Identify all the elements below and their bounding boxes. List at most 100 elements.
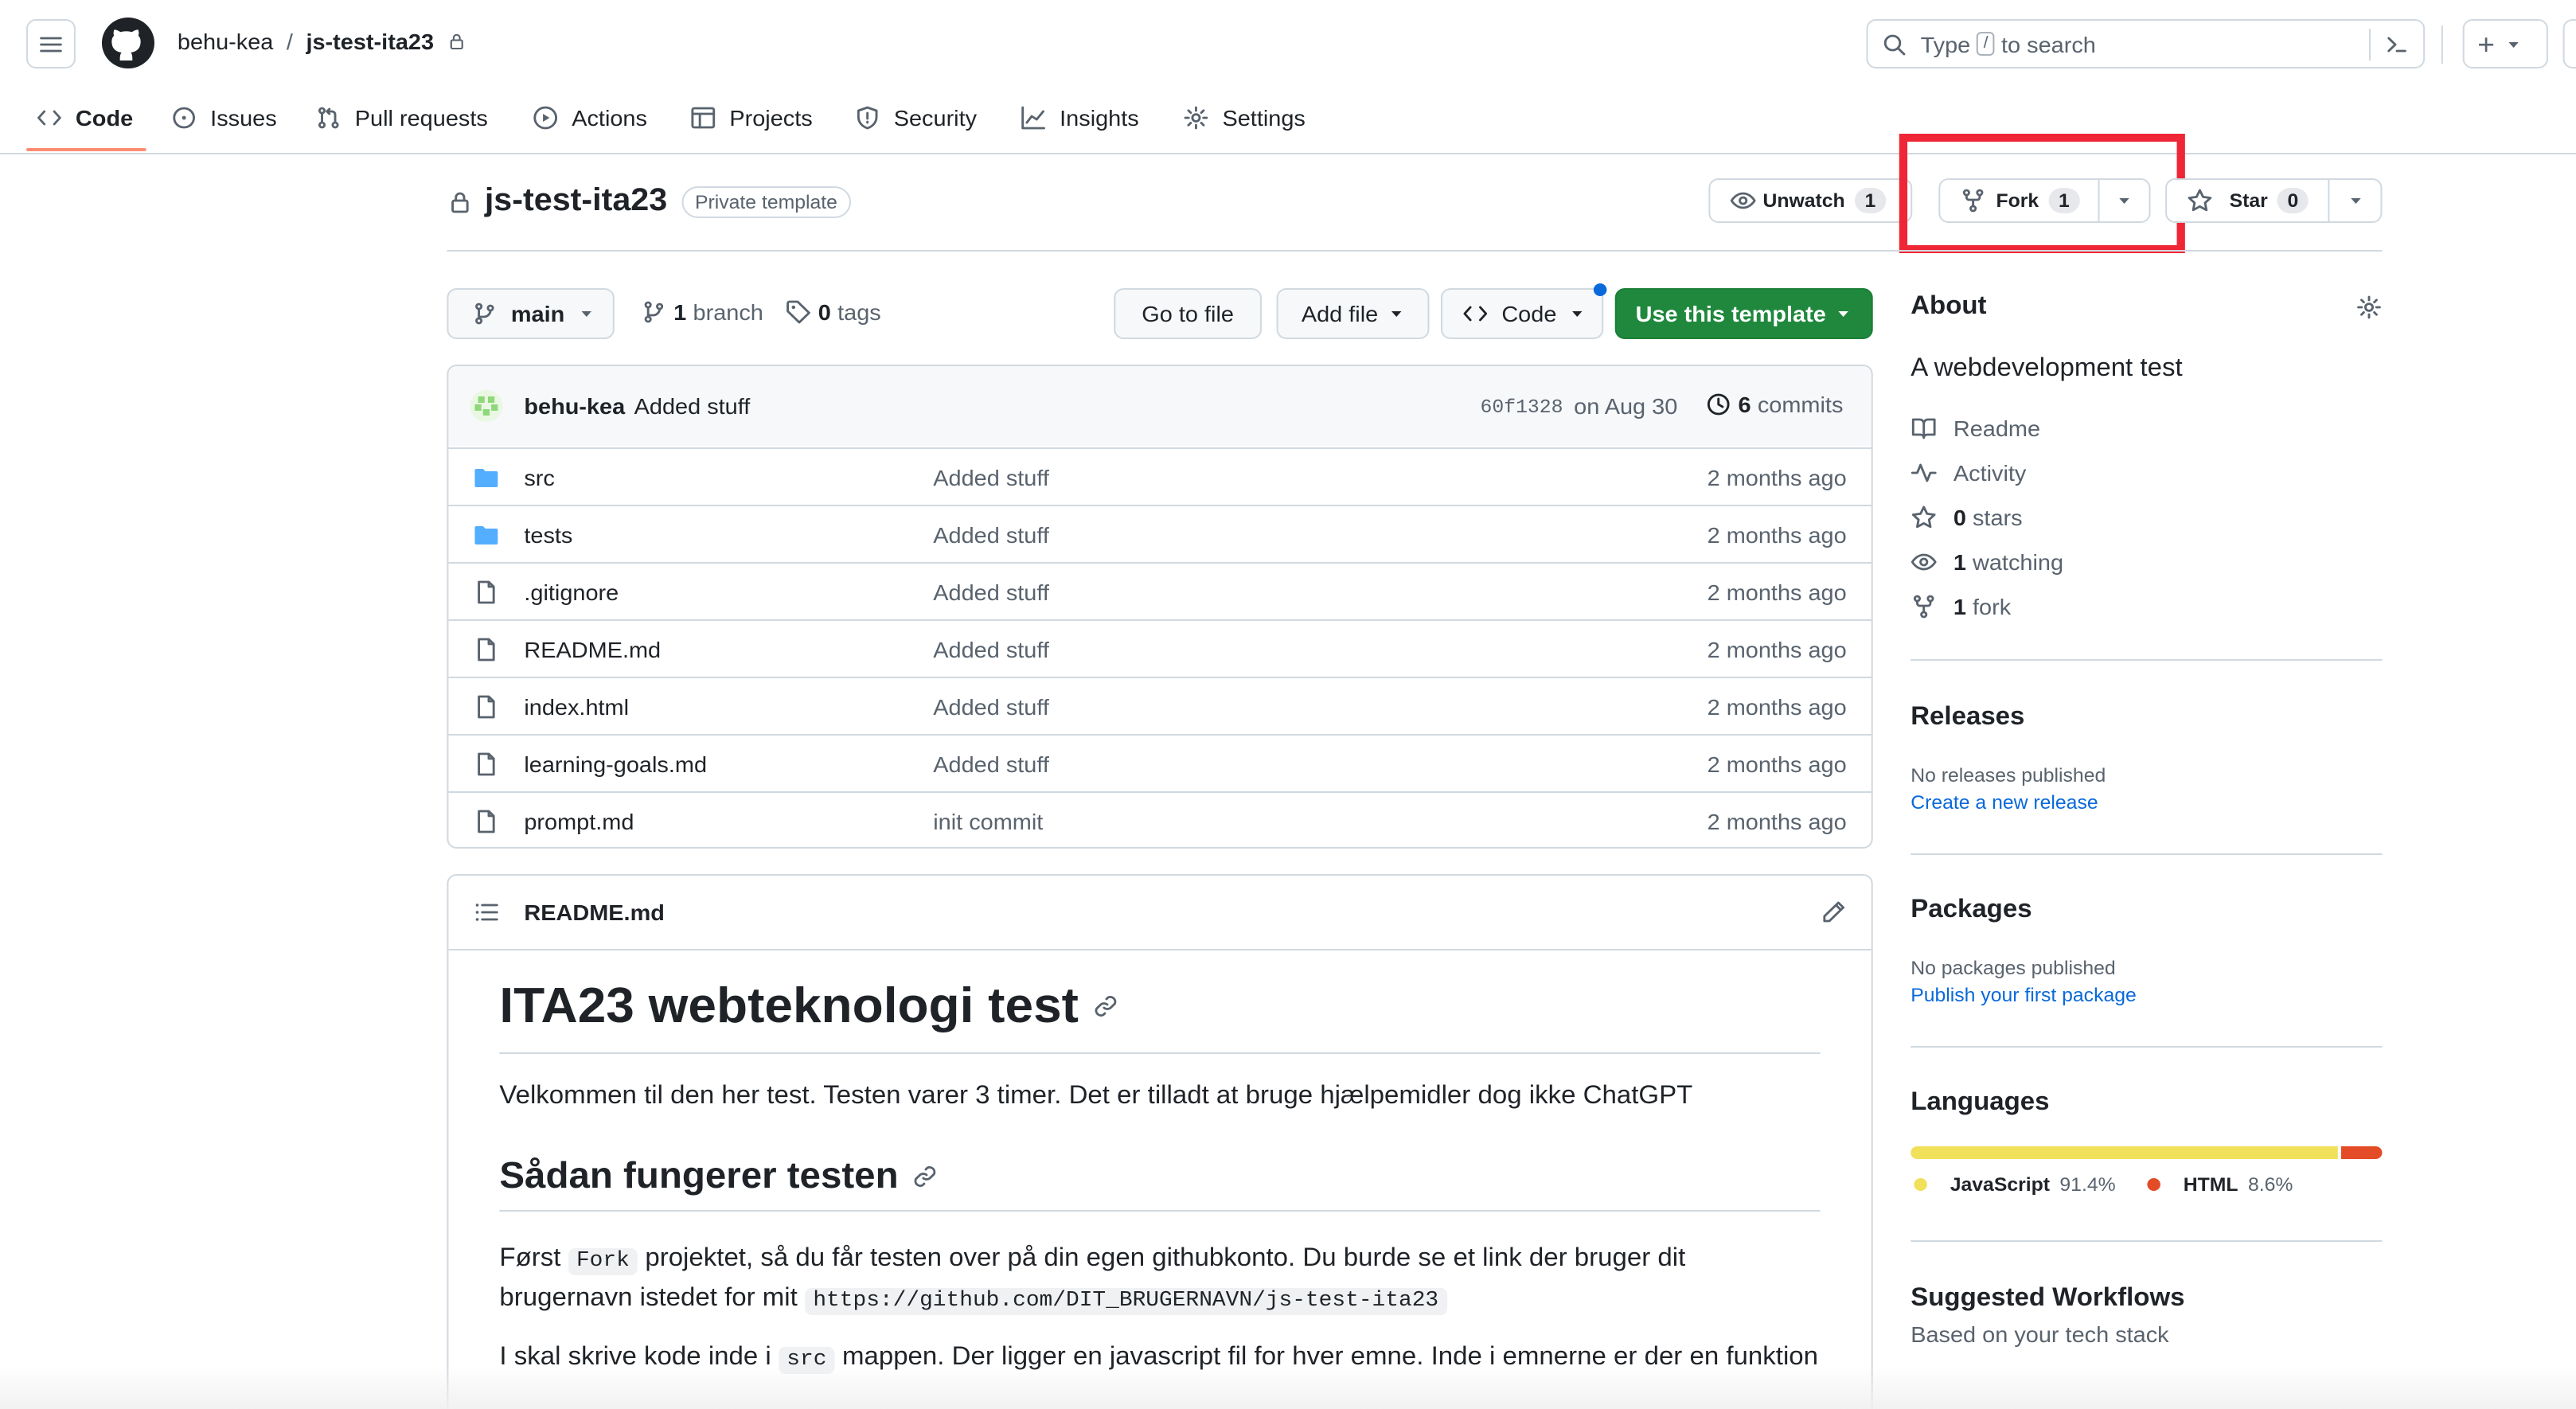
- tab-issues[interactable]: Issues: [171, 96, 277, 140]
- commit-author[interactable]: behu-kea: [524, 393, 625, 419]
- list-unordered-icon[interactable]: [473, 900, 499, 925]
- code-button[interactable]: Code: [1440, 288, 1604, 339]
- file-name[interactable]: .gitignore: [524, 580, 619, 605]
- file-icon: [478, 752, 495, 776]
- language-html[interactable]: HTML 8.6%: [2147, 1173, 2293, 1196]
- file-commit-message[interactable]: init commit: [933, 809, 1043, 834]
- file-commit-message[interactable]: Added stuff: [933, 465, 1049, 490]
- sidebar-stars[interactable]: 0 stars: [1911, 505, 2023, 530]
- pencil-icon[interactable]: [1821, 900, 1847, 925]
- menu-button[interactable]: [26, 19, 76, 68]
- file-commit-message[interactable]: Added stuff: [933, 580, 1049, 605]
- add-file-button[interactable]: Add file: [1276, 288, 1430, 339]
- github-logo[interactable]: [101, 18, 154, 68]
- star-icon: [1911, 505, 1936, 529]
- file-name[interactable]: index.html: [524, 694, 629, 720]
- file-icon: [478, 695, 495, 719]
- packages-empty: No packages published: [1911, 957, 2116, 979]
- file-age: 2 months ago: [1707, 637, 1847, 662]
- file-name[interactable]: README.md: [524, 637, 661, 662]
- file-row-gitignore[interactable]: .gitignore Added stuff 2 months ago: [447, 562, 1873, 619]
- language-percent: 91.4%: [2059, 1173, 2116, 1196]
- gear-icon[interactable]: [2355, 295, 2382, 320]
- history-icon: [1707, 393, 1730, 416]
- sidebar-watching[interactable]: 1 watching: [1911, 549, 2063, 575]
- file-commit-message[interactable]: Added stuff: [933, 637, 1049, 662]
- p1-text-b: projektet, så du får testen over på din …: [645, 1245, 1686, 1272]
- file-row-prompt[interactable]: prompt.md init commit 2 months ago: [447, 791, 1873, 849]
- file-row-tests[interactable]: tests Added stuff 2 months ago: [447, 505, 1873, 562]
- file-age: 2 months ago: [1707, 580, 1847, 605]
- file-commit-message[interactable]: Added stuff: [933, 694, 1049, 720]
- commit-message[interactable]: Added stuff: [634, 393, 751, 419]
- file-row-readme[interactable]: README.md Added stuff 2 months ago: [447, 619, 1873, 677]
- file-name[interactable]: prompt.md: [524, 809, 634, 834]
- file-row-learning-goals[interactable]: learning-goals.md Added stuff 2 months a…: [447, 734, 1873, 791]
- breadcrumb-separator: /: [286, 29, 293, 54]
- unwatch-count: 1: [1855, 188, 1886, 213]
- tab-pull-requests[interactable]: Pull requests: [315, 96, 488, 140]
- language-javascript[interactable]: JavaScript 91.4%: [1914, 1173, 2116, 1196]
- tab-projects[interactable]: Projects: [690, 96, 813, 140]
- sidebar-activity[interactable]: Activity: [1911, 460, 2026, 486]
- issues-button[interactable]: [2562, 19, 2576, 68]
- file-row-index-html[interactable]: index.html Added stuff 2 months ago: [447, 677, 1873, 734]
- star-dropdown-button[interactable]: [2328, 178, 2383, 223]
- avatar[interactable]: [470, 390, 503, 422]
- breadcrumb-owner[interactable]: behu-kea: [178, 29, 274, 54]
- star-button[interactable]: Star 0: [2165, 178, 2330, 223]
- use-template-button[interactable]: Use this template: [1614, 288, 1873, 339]
- breadcrumb: behu-kea / js-test-ita23: [178, 29, 466, 54]
- file-row-src[interactable]: src Added stuff 2 months ago: [447, 447, 1873, 505]
- sidebar-forks[interactable]: 1 fork: [1911, 594, 2011, 619]
- branch-count-link[interactable]: 1 branch: [641, 299, 763, 325]
- packages-title[interactable]: Packages: [1911, 896, 2032, 925]
- file-name[interactable]: tests: [524, 522, 572, 548]
- file-commit-message[interactable]: Added stuff: [933, 522, 1049, 548]
- file-icon: [478, 580, 495, 604]
- about-title: About: [1911, 293, 1987, 320]
- go-to-file-button[interactable]: Go to file: [1114, 288, 1262, 339]
- search-key-hint: /: [1977, 32, 1995, 56]
- file-name[interactable]: src: [524, 465, 555, 490]
- unwatch-button[interactable]: Unwatch 1: [1708, 178, 1913, 223]
- commit-count: 6: [1738, 392, 1751, 417]
- sidebar-divider: [1911, 1046, 2383, 1048]
- readme-header-divider: [448, 949, 1872, 950]
- language-name: JavaScript: [1950, 1173, 2051, 1196]
- book-icon: [1911, 418, 1936, 439]
- tab-security[interactable]: Security: [854, 96, 977, 140]
- play-icon: [533, 106, 558, 130]
- sidebar-divider: [1911, 1240, 2383, 1242]
- commit-count-word: commits: [1757, 392, 1844, 417]
- go-to-file-label: Go to file: [1142, 301, 1234, 326]
- p1-text-a: Først: [499, 1245, 561, 1272]
- plus-icon: +: [2477, 28, 2495, 60]
- branch-select[interactable]: main: [447, 288, 615, 339]
- link-icon[interactable]: [911, 1163, 938, 1188]
- repo-name[interactable]: js-test-ita23: [485, 183, 667, 220]
- triangle-down-icon: [1839, 311, 1849, 317]
- command-palette-icon[interactable]: [2384, 31, 2410, 57]
- commits-link[interactable]: 6 commits: [1705, 392, 1843, 417]
- releases-title[interactable]: Releases: [1911, 704, 2024, 732]
- breadcrumb-repo[interactable]: js-test-ita23: [306, 29, 434, 54]
- commit-sha[interactable]: 60f1328: [1480, 396, 1563, 419]
- create-new-button[interactable]: +: [2462, 19, 2548, 68]
- sidebar-readme[interactable]: Readme: [1911, 416, 2040, 441]
- create-release-link[interactable]: Create a new release: [1911, 791, 2098, 814]
- file-commit-message[interactable]: Added stuff: [933, 751, 1049, 777]
- link-icon[interactable]: [1091, 993, 1118, 1019]
- search-input[interactable]: Type / to search: [1866, 19, 2426, 68]
- publish-package-link[interactable]: Publish your first package: [1911, 984, 2137, 1006]
- code-notification-dot: [1593, 283, 1607, 296]
- tab-insights[interactable]: Insights: [1021, 96, 1139, 140]
- tab-settings[interactable]: Settings: [1183, 96, 1306, 140]
- readme-filename[interactable]: README.md: [524, 900, 665, 925]
- tab-actions[interactable]: Actions: [533, 96, 647, 140]
- file-name[interactable]: learning-goals.md: [524, 751, 707, 777]
- fork-highlight-box: [1899, 134, 2185, 253]
- tags-link[interactable]: 0 tags: [785, 299, 881, 325]
- git-branch-icon: [475, 302, 494, 325]
- tab-code[interactable]: Code: [36, 96, 133, 140]
